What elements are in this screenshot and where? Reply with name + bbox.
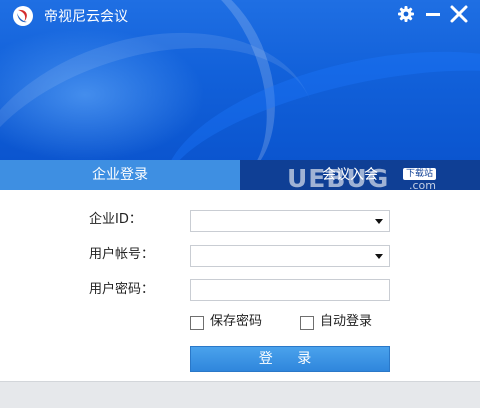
dropdown-arrow-icon[interactable]: [375, 219, 383, 224]
close-button[interactable]: [447, 2, 471, 26]
save-password-label: 保存密码: [210, 314, 263, 329]
account-dropdown[interactable]: [190, 245, 390, 267]
save-password-checkbox[interactable]: [190, 316, 204, 330]
tab-enterprise-login[interactable]: 企业登录: [0, 160, 240, 190]
settings-button[interactable]: [394, 2, 418, 26]
login-window: 帝视尼云会议 企业登录 会议入会 UEBUG 下载站 .com 企业ID： 用户…: [0, 0, 480, 408]
minimize-button[interactable]: [421, 2, 445, 26]
watermark-domain: .com: [409, 179, 436, 192]
footer-bar: [0, 381, 480, 408]
account-label: 用户帐号：: [89, 247, 155, 262]
login-button[interactable]: 登 录: [190, 346, 390, 372]
header-banner: 帝视尼云会议: [0, 0, 480, 160]
enterprise-id-dropdown[interactable]: [190, 210, 390, 232]
password-input[interactable]: [190, 279, 390, 301]
minimize-icon: [426, 13, 440, 16]
app-title: 帝视尼云会议: [44, 9, 128, 25]
dropdown-arrow-icon[interactable]: [375, 254, 383, 259]
watermark: UEBUG 下载站 .com: [287, 164, 447, 194]
tab-label: 企业登录: [92, 167, 148, 183]
password-label: 用户密码：: [89, 282, 155, 297]
enterprise-id-label: 企业ID：: [89, 212, 142, 227]
auto-login-checkbox[interactable]: [300, 316, 314, 330]
watermark-text: UEBUG: [287, 164, 390, 193]
app-logo-icon: [13, 6, 33, 26]
auto-login-label: 自动登录: [320, 314, 373, 329]
gear-icon: [398, 6, 414, 22]
close-icon: [450, 5, 468, 23]
